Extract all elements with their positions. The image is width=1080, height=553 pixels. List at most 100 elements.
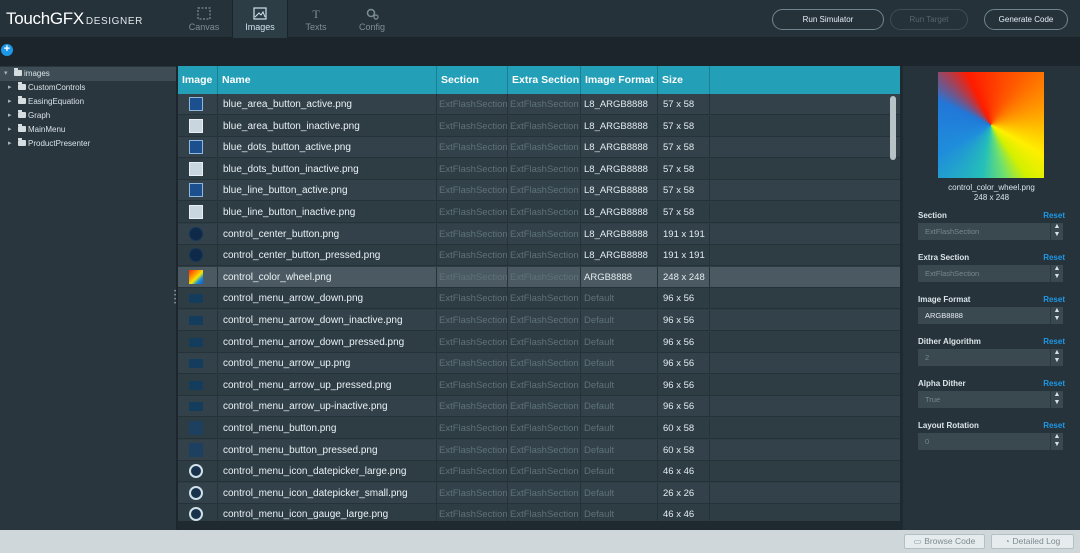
section-cell[interactable]: ExtFlashSection [437, 158, 508, 180]
table-row[interactable]: control_menu_button_pressed.png ExtFlashS… [178, 439, 900, 461]
image-format-cell[interactable]: Default [581, 504, 658, 521]
extra-section-cell[interactable]: ExtFlashSection [508, 482, 581, 504]
property-field[interactable]: 2 ▲ ▼ [918, 349, 1063, 366]
section-cell[interactable]: ExtFlashSection [437, 223, 508, 245]
table-row[interactable]: control_menu_arrow_up.png ExtFlashSection… [178, 353, 900, 375]
tab-images[interactable]: Images [232, 0, 288, 38]
tree-item[interactable]: ▸ CustomControls [0, 81, 176, 95]
property-field[interactable]: True ▲ ▼ [918, 391, 1063, 408]
image-format-cell[interactable]: L8_ARGB8888 [581, 180, 658, 202]
section-cell[interactable]: ExtFlashSection [437, 288, 508, 310]
property-field[interactable]: 0 ▲ ▼ [918, 433, 1063, 450]
extra-section-cell[interactable]: ExtFlashSection [508, 266, 581, 288]
table-row[interactable]: control_menu_button.png ExtFlashSection Ex… [178, 418, 900, 439]
image-format-cell[interactable]: Default [581, 310, 658, 331]
section-cell[interactable]: ExtFlashSection [437, 504, 508, 521]
section-cell[interactable]: ExtFlashSection [437, 461, 508, 483]
generate-code-button[interactable]: Generate Code [984, 9, 1068, 30]
tree-item-root[interactable]: ▾ images [0, 67, 176, 81]
tab-config[interactable]: Config [344, 0, 400, 38]
table-row[interactable]: control_menu_arrow_down_pressed.png ExtFl… [178, 331, 900, 353]
section-cell[interactable]: ExtFlashSection [437, 94, 508, 115]
chevron-right-icon[interactable]: ▸ [8, 111, 14, 119]
image-format-cell[interactable]: L8_ARGB8888 [581, 137, 658, 159]
table-row[interactable]: blue_dots_button_active.png ExtFlashSecti… [178, 137, 900, 159]
spinner-icon[interactable]: ▲ ▼ [1050, 391, 1063, 408]
run-target-button[interactable]: Run Target [890, 9, 968, 30]
extra-section-cell[interactable]: ExtFlashSection [508, 223, 581, 245]
tab-texts[interactable]: T Texts [288, 0, 344, 38]
extra-section-cell[interactable]: ExtFlashSection [508, 94, 581, 115]
reset-link[interactable]: Reset [1043, 379, 1065, 388]
spinner-icon[interactable]: ▲ ▼ [1050, 349, 1063, 366]
table-row[interactable]: blue_line_button_active.png ExtFlashSecti… [178, 180, 900, 202]
property-field[interactable]: ExtFlashSection ▲ ▼ [918, 265, 1063, 282]
extra-section-cell[interactable]: ExtFlashSection [508, 504, 581, 521]
extra-section-cell[interactable]: ExtFlashSection [508, 180, 581, 202]
image-format-cell[interactable]: Default [581, 331, 658, 353]
image-format-cell[interactable]: ARGB8888 [581, 266, 658, 288]
header-image-format[interactable]: Image Format [581, 66, 658, 94]
table-row[interactable]: blue_area_button_active.png ExtFlashSecti… [178, 94, 900, 115]
extra-section-cell[interactable]: ExtFlashSection [508, 310, 581, 331]
reset-link[interactable]: Reset [1043, 253, 1065, 262]
tab-canvas[interactable]: Canvas [176, 0, 232, 38]
table-row[interactable]: blue_line_button_inactive.png ExtFlashSec… [178, 202, 900, 223]
tree-item[interactable]: ▸ Graph [0, 109, 176, 123]
header-extra-section[interactable]: Extra Section [508, 66, 581, 94]
image-format-cell[interactable]: L8_ARGB8888 [581, 94, 658, 115]
reset-link[interactable]: Reset [1043, 421, 1065, 430]
tree-item[interactable]: ▸ EasingEquation [0, 95, 176, 109]
table-row[interactable]: blue_area_button_inactive.png ExtFlashSec… [178, 115, 900, 137]
section-cell[interactable]: ExtFlashSection [437, 374, 508, 396]
splitter-grip-icon[interactable]: • • • • [174, 289, 177, 307]
spinner-icon[interactable]: ▲ ▼ [1050, 223, 1063, 240]
image-format-cell[interactable]: Default [581, 418, 658, 439]
table-row[interactable]: control_menu_icon_datepicker_small.png Ex… [178, 482, 900, 504]
image-format-cell[interactable]: L8_ARGB8888 [581, 115, 658, 137]
run-simulator-button[interactable]: Run Simulator [772, 9, 884, 30]
table-scrollbar[interactable] [890, 96, 896, 160]
table-row[interactable]: control_menu_arrow_down.png ExtFlashSecti… [178, 288, 900, 310]
image-format-cell[interactable]: L8_ARGB8888 [581, 245, 658, 267]
extra-section-cell[interactable]: ExtFlashSection [508, 288, 581, 310]
header-size[interactable]: Size [658, 66, 710, 94]
tree-item[interactable]: ▸ ProductPresenter [0, 137, 176, 151]
reset-link[interactable]: Reset [1043, 295, 1065, 304]
detailed-log-button[interactable]: ◔ Detailed Log [991, 534, 1074, 549]
section-cell[interactable]: ExtFlashSection [437, 202, 508, 223]
image-format-cell[interactable]: Default [581, 439, 658, 461]
table-row[interactable]: control_menu_arrow_up-inactive.png ExtFla… [178, 396, 900, 418]
extra-section-cell[interactable]: ExtFlashSection [508, 158, 581, 180]
section-cell[interactable]: ExtFlashSection [437, 310, 508, 331]
extra-section-cell[interactable]: ExtFlashSection [508, 418, 581, 439]
section-cell[interactable]: ExtFlashSection [437, 439, 508, 461]
section-cell[interactable]: ExtFlashSection [437, 266, 508, 288]
image-format-cell[interactable]: Default [581, 396, 658, 418]
extra-section-cell[interactable]: ExtFlashSection [508, 374, 581, 396]
browse-code-button[interactable]: ▭ Browse Code [904, 534, 985, 549]
table-row[interactable]: control_center_button.png ExtFlashSection… [178, 223, 900, 245]
table-row[interactable]: control_menu_arrow_up_pressed.png ExtFlas… [178, 374, 900, 396]
extra-section-cell[interactable]: ExtFlashSection [508, 461, 581, 483]
extra-section-cell[interactable]: ExtFlashSection [508, 396, 581, 418]
chevron-right-icon[interactable]: ▸ [8, 83, 14, 91]
extra-section-cell[interactable]: ExtFlashSection [508, 245, 581, 267]
reset-link[interactable]: Reset [1043, 211, 1065, 220]
extra-section-cell[interactable]: ExtFlashSection [508, 137, 581, 159]
table-row[interactable]: blue_dots_button_inactive.png ExtFlashSec… [178, 158, 900, 180]
extra-section-cell[interactable]: ExtFlashSection [508, 439, 581, 461]
section-cell[interactable]: ExtFlashSection [437, 245, 508, 267]
header-image[interactable]: Image [178, 66, 218, 94]
table-row[interactable]: control_menu_icon_gauge_large.png ExtFlas… [178, 504, 900, 521]
section-cell[interactable]: ExtFlashSection [437, 396, 508, 418]
extra-section-cell[interactable]: ExtFlashSection [508, 353, 581, 375]
header-name[interactable]: Name [218, 66, 437, 94]
image-format-cell[interactable]: Default [581, 482, 658, 504]
extra-section-cell[interactable]: ExtFlashSection [508, 331, 581, 353]
image-format-cell[interactable]: Default [581, 374, 658, 396]
add-icon[interactable]: + [1, 44, 13, 56]
header-section[interactable]: Section [437, 66, 508, 94]
spinner-icon[interactable]: ▲ ▼ [1050, 265, 1063, 282]
image-format-cell[interactable]: L8_ARGB8888 [581, 202, 658, 223]
